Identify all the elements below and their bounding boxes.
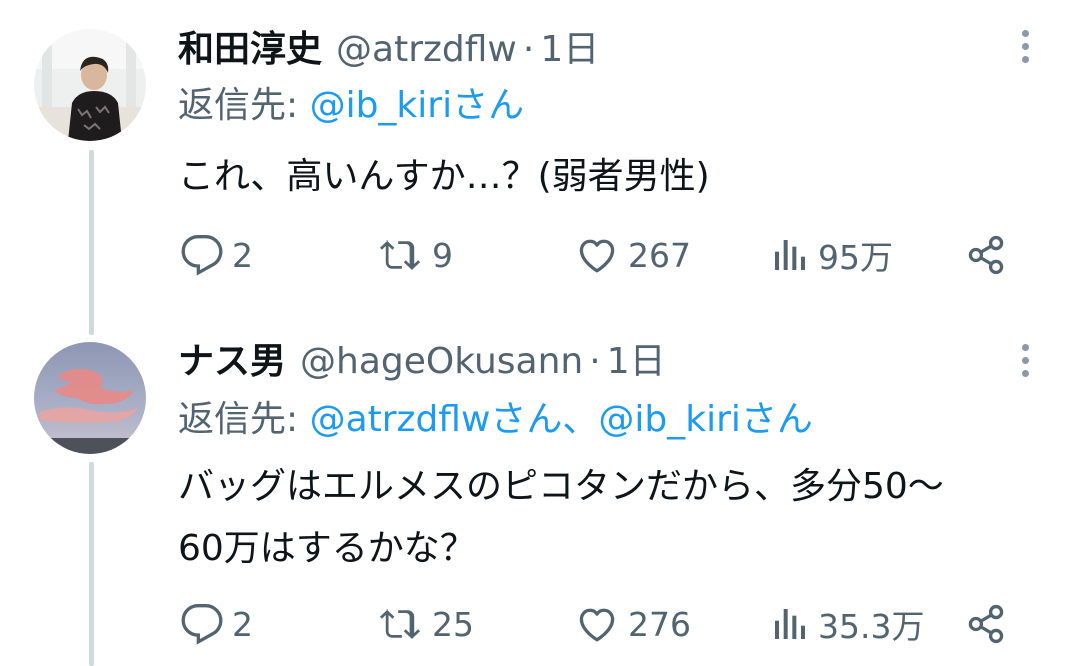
views-icon xyxy=(775,609,805,639)
retweet-count: 25 xyxy=(432,604,474,644)
retweet-count: 9 xyxy=(432,235,453,275)
user-handle[interactable]: @atrzdflw xyxy=(336,28,517,72)
reply-count: 2 xyxy=(232,235,253,275)
retweet-icon xyxy=(379,609,421,639)
tweet-text: バッグはエルメスのピコタンだから、多分50〜 60万はするかな？ xyxy=(178,456,1048,580)
reply-icon xyxy=(181,235,223,276)
like-button[interactable]: 276 xyxy=(574,599,691,649)
avatar[interactable] xyxy=(34,29,146,141)
like-icon xyxy=(579,239,615,273)
action-bar: 2 25 276 35.3万 xyxy=(0,599,1079,649)
retweet-button[interactable]: 9 xyxy=(376,230,453,280)
timestamp[interactable]: 1日 xyxy=(540,28,599,72)
retweet-button[interactable]: 25 xyxy=(376,599,474,649)
tweet-text-line: 60万はするかな？ xyxy=(178,528,476,569)
like-count: 267 xyxy=(628,235,691,275)
share-icon xyxy=(968,604,1004,644)
profile-photo-sunset-sky xyxy=(34,342,146,454)
replying-to: 返信先: @atrzdflwさん、@ib_kiriさん xyxy=(178,398,813,442)
action-bar: 2 9 267 95万 xyxy=(0,230,1079,280)
reply-mention[interactable]: @ib_kiriさん xyxy=(310,85,525,126)
reply-button[interactable]: 2 xyxy=(180,599,253,649)
tweet-header: 和田淳史 @atrzdflw · 1日 xyxy=(178,28,599,72)
tweet[interactable]: ナス男 @hageOkusann · 1日 返信先: @atrzdflwさん、@… xyxy=(0,320,1079,666)
views-count: 35.3万 xyxy=(818,607,925,646)
tweet-header: ナス男 @hageOkusann · 1日 xyxy=(178,340,666,384)
replying-to: 返信先: @ib_kiriさん xyxy=(178,84,524,128)
views-button[interactable]: 35.3万 xyxy=(770,599,924,649)
reply-prefix: 返信先: xyxy=(178,399,310,440)
share-icon xyxy=(968,235,1004,275)
tweet[interactable]: 和田淳史 @atrzdflw · 1日 返信先: @ib_kiriさん これ、高… xyxy=(0,0,1079,310)
reply-count: 2 xyxy=(232,604,253,644)
views-icon xyxy=(775,240,805,270)
user-handle[interactable]: @hageOkusann xyxy=(300,340,583,384)
like-icon xyxy=(579,608,615,642)
like-count: 276 xyxy=(628,604,691,644)
profile-photo-person xyxy=(34,29,146,141)
share-button[interactable] xyxy=(964,599,1008,649)
like-button[interactable]: 267 xyxy=(574,230,691,280)
reply-mention[interactable]: @atrzdflwさん、@ib_kiriさん xyxy=(310,399,813,440)
views-button[interactable]: 95万 xyxy=(770,230,893,280)
display-name[interactable]: ナス男 xyxy=(178,340,286,384)
tweet-text: これ、高いんすか…？(弱者男性) xyxy=(178,146,1048,208)
tweet-text-line: これ、高いんすか…？(弱者男性) xyxy=(178,156,710,197)
avatar[interactable] xyxy=(34,342,146,454)
retweet-icon xyxy=(379,240,421,270)
share-button[interactable] xyxy=(964,230,1008,280)
display-name[interactable]: 和田淳史 xyxy=(178,28,322,72)
reply-icon xyxy=(181,604,223,645)
more-icon[interactable] xyxy=(1010,338,1040,382)
timestamp[interactable]: 1日 xyxy=(607,340,666,384)
views-count: 95万 xyxy=(818,238,893,277)
reply-prefix: 返信先: xyxy=(178,85,310,126)
more-icon[interactable] xyxy=(1010,24,1040,68)
separator: · xyxy=(589,341,601,382)
reply-button[interactable]: 2 xyxy=(180,230,253,280)
separator: · xyxy=(522,29,535,70)
tweet-text-line: バッグはエルメスのピコタンだから、多分50〜 xyxy=(178,466,944,507)
